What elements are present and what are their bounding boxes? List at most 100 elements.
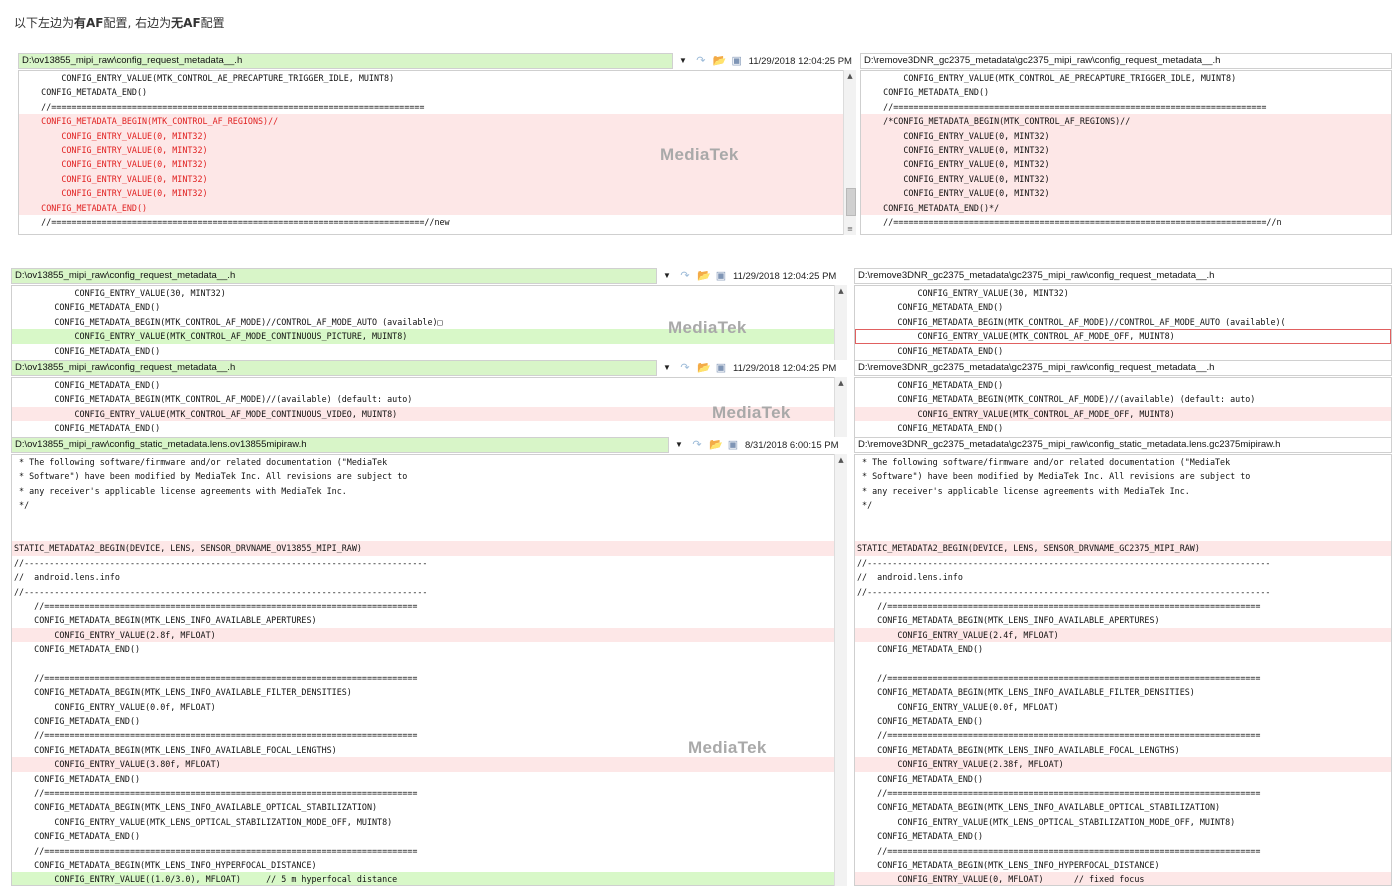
code-line: CONFIG_METADATA_END() xyxy=(857,345,1004,356)
code-line: //======================================… xyxy=(21,101,425,112)
diff-1-left-toolbar: ▼ ↷ 📂 ▣ 11/29/2018 12:04:25 PM xyxy=(673,53,856,69)
diff-2-right-path[interactable]: D:\remove3DNR_gc2375_metadata\gc2375_mip… xyxy=(854,268,1392,284)
code-line: CONFIG_ENTRY_VALUE(MTK_LENS_OPTICAL_STAB… xyxy=(857,816,1236,827)
diff-1-right-code[interactable]: CONFIG_ENTRY_VALUE(MTK_CONTROL_AE_PRECAP… xyxy=(860,70,1392,235)
diff-4-left-code[interactable]: * The following software/firmware and/or… xyxy=(11,454,847,886)
diff-3-left-toolbar: ▼ ↷ 📂 ▣ 11/29/2018 12:04:25 PM xyxy=(657,360,847,376)
code-line: // android.lens.info xyxy=(857,572,963,583)
diff-2-right-pane: D:\remove3DNR_gc2375_metadata\gc2375_mip… xyxy=(854,268,1392,361)
code-line-changed: CONFIG_ENTRY_VALUE(0, MINT32) xyxy=(861,186,1391,201)
code-line: CONFIG_METADATA_END() xyxy=(857,716,984,727)
open-folder-icon[interactable]: 📂 xyxy=(713,55,727,67)
scroll-up-icon[interactable]: ▲ xyxy=(835,454,847,466)
open-folder-icon[interactable]: 📂 xyxy=(709,439,723,451)
open-folder-icon[interactable]: 📂 xyxy=(697,362,711,374)
diff-2-left-scrollbar[interactable]: ▲ xyxy=(834,285,847,361)
code-line: CONFIG_METADATA_BEGIN(MTK_LENS_INFO_AVAI… xyxy=(14,687,352,698)
code-line: CONFIG_METADATA_BEGIN(MTK_LENS_INFO_HYPE… xyxy=(857,859,1160,870)
diff-2-left-pane: D:\ov13855_mipi_raw\config_request_metad… xyxy=(11,268,847,361)
diff-4-right-code[interactable]: * The following software/firmware and/or… xyxy=(854,454,1392,886)
save-icon[interactable]: ▣ xyxy=(715,270,727,282)
diff-3-right-pane: D:\remove3DNR_gc2375_metadata\gc2375_mip… xyxy=(854,360,1392,438)
diff-4-right-pane: D:\remove3DNR_gc2375_metadata\gc2375_mip… xyxy=(854,437,1392,886)
code-line: * any receiver's applicable license agre… xyxy=(857,485,1190,496)
caption-text-1: 以下左边为 xyxy=(14,16,75,30)
dropdown-arrow-icon[interactable]: ▼ xyxy=(673,439,685,451)
scroll-up-icon[interactable]: ▲ xyxy=(835,377,847,389)
save-icon[interactable]: ▣ xyxy=(731,55,743,67)
scroll-up-icon[interactable]: ▲ xyxy=(844,70,856,82)
code-line: //======================================… xyxy=(14,600,418,611)
code-line: //======================================… xyxy=(14,845,418,856)
code-line: CONFIG_METADATA_END() xyxy=(857,773,984,784)
redo-icon[interactable]: ↷ xyxy=(695,55,707,67)
code-line-changed: CONFIG_ENTRY_VALUE(0, MFLOAT) // fixed f… xyxy=(855,872,1391,885)
diff-4-left-date: 8/31/2018 6:00:15 PM xyxy=(745,439,839,451)
diff-3-right-path[interactable]: D:\remove3DNR_gc2375_metadata\gc2375_mip… xyxy=(854,360,1392,376)
scroll-up-icon[interactable]: ▲ xyxy=(835,285,847,297)
open-folder-icon[interactable]: 📂 xyxy=(697,270,711,282)
diff-1-left-path[interactable]: D:\ov13855_mipi_raw\config_request_metad… xyxy=(18,53,673,69)
code-line: //--------------------------------------… xyxy=(14,586,428,597)
diff-3-right-code[interactable]: CONFIG_METADATA_END() CONFIG_METADATA_BE… xyxy=(854,377,1392,438)
code-line-changed: CONFIG_METADATA_END() xyxy=(19,200,855,215)
code-line: //--------------------------------------… xyxy=(857,557,1271,568)
code-line-changed: STATIC_METADATA2_BEGIN(DEVICE, LENS, SEN… xyxy=(12,541,846,556)
code-line: //======================================… xyxy=(857,730,1261,741)
code-line: CONFIG_ENTRY_VALUE(MTK_LENS_OPTICAL_STAB… xyxy=(14,816,393,827)
dropdown-arrow-icon[interactable]: ▼ xyxy=(661,362,673,374)
code-line: CONFIG_METADATA_END() xyxy=(863,87,990,98)
code-line: CONFIG_ENTRY_VALUE(30, MINT32) xyxy=(857,288,1069,298)
code-line-changed: CONFIG_ENTRY_VALUE(0, MINT32) xyxy=(861,128,1391,143)
diff-3-left-pane: D:\ov13855_mipi_raw\config_request_metad… xyxy=(11,360,847,438)
code-line-changed: CONFIG_ENTRY_VALUE(0, MINT32) xyxy=(19,171,855,187)
diff-3-left-path[interactable]: D:\ov13855_mipi_raw\config_request_metad… xyxy=(11,360,657,376)
code-line-changed: CONFIG_ENTRY_VALUE((1.0/3.0), MFLOAT) //… xyxy=(12,872,846,885)
code-line-changed: CONFIG_ENTRY_VALUE(2.4f, MFLOAT) xyxy=(855,627,1391,643)
code-line: CONFIG_METADATA_END() xyxy=(857,423,1004,434)
code-line: CONFIG_METADATA_END() xyxy=(857,302,1004,313)
code-line: CONFIG_METADATA_BEGIN(MTK_LENS_INFO_HYPE… xyxy=(14,859,317,870)
diff-1-right-pane: D:\remove3DNR_gc2375_metadata\gc2375_mip… xyxy=(860,53,1392,235)
redo-icon[interactable]: ↷ xyxy=(679,362,691,374)
diff-3-left-scrollbar[interactable]: ▲ xyxy=(834,377,847,438)
code-line: CONFIG_METADATA_BEGIN(MTK_LENS_INFO_AVAI… xyxy=(857,744,1180,755)
dropdown-arrow-icon[interactable]: ▼ xyxy=(661,270,673,282)
code-line-changed: CONFIG_ENTRY_VALUE(0, MINT32) xyxy=(19,186,855,201)
code-line: CONFIG_METADATA_BEGIN(MTK_LENS_INFO_AVAI… xyxy=(857,802,1221,813)
code-line: //======================================… xyxy=(14,787,418,798)
save-icon[interactable]: ▣ xyxy=(715,362,727,374)
save-icon[interactable]: ▣ xyxy=(727,439,739,451)
redo-icon[interactable]: ↷ xyxy=(691,439,703,451)
code-line: CONFIG_METADATA_END() xyxy=(14,302,161,313)
diff-1-right-path[interactable]: D:\remove3DNR_gc2375_metadata\gc2375_mip… xyxy=(860,53,1392,69)
code-line: CONFIG_METADATA_END() xyxy=(14,773,141,784)
diff-4-left-path[interactable]: D:\ov13855_mipi_raw\config_static_metada… xyxy=(11,437,669,453)
caption-text-2: 配置, 右边为 xyxy=(103,16,172,30)
code-line: //======================================… xyxy=(857,672,1261,683)
code-line: * The following software/firmware and/or… xyxy=(857,457,1231,467)
mediatek-watermark: MediaTek xyxy=(688,738,767,757)
code-line: //--------------------------------------… xyxy=(14,557,428,568)
diff-4-right-path[interactable]: D:\remove3DNR_gc2375_metadata\gc2375_mip… xyxy=(854,437,1392,453)
redo-icon[interactable]: ↷ xyxy=(679,270,691,282)
code-line: CONFIG_ENTRY_VALUE(MTK_CONTROL_AE_PRECAP… xyxy=(21,73,395,83)
diff-2-left-path[interactable]: D:\ov13855_mipi_raw\config_request_metad… xyxy=(11,268,657,284)
code-line: CONFIG_ENTRY_VALUE(0.0f, MFLOAT) xyxy=(857,701,1059,712)
code-line: //======================================… xyxy=(857,845,1261,856)
code-line: CONFIG_ENTRY_VALUE(MTK_CONTROL_AE_PRECAP… xyxy=(863,73,1237,83)
mediatek-watermark: MediaTek xyxy=(668,318,747,337)
diff-2-right-code[interactable]: CONFIG_ENTRY_VALUE(30, MINT32) CONFIG_ME… xyxy=(854,285,1392,361)
code-line: CONFIG_METADATA_BEGIN(MTK_LENS_INFO_AVAI… xyxy=(14,802,378,813)
diff-1-left-scrollbar[interactable]: ▲ ≡ xyxy=(843,70,856,235)
code-line-changed: CONFIG_ENTRY_VALUE(MTK_CONTROL_AF_MODE_O… xyxy=(855,329,1391,344)
mediatek-watermark: MediaTek xyxy=(712,403,791,422)
diff-4-left-scrollbar[interactable]: ▲ xyxy=(834,454,847,886)
scroll-thumb[interactable] xyxy=(846,188,856,216)
dropdown-arrow-icon[interactable]: ▼ xyxy=(677,55,689,67)
scroll-down-icon[interactable]: ≡ xyxy=(844,223,856,235)
code-line: CONFIG_METADATA_END() xyxy=(14,423,161,434)
